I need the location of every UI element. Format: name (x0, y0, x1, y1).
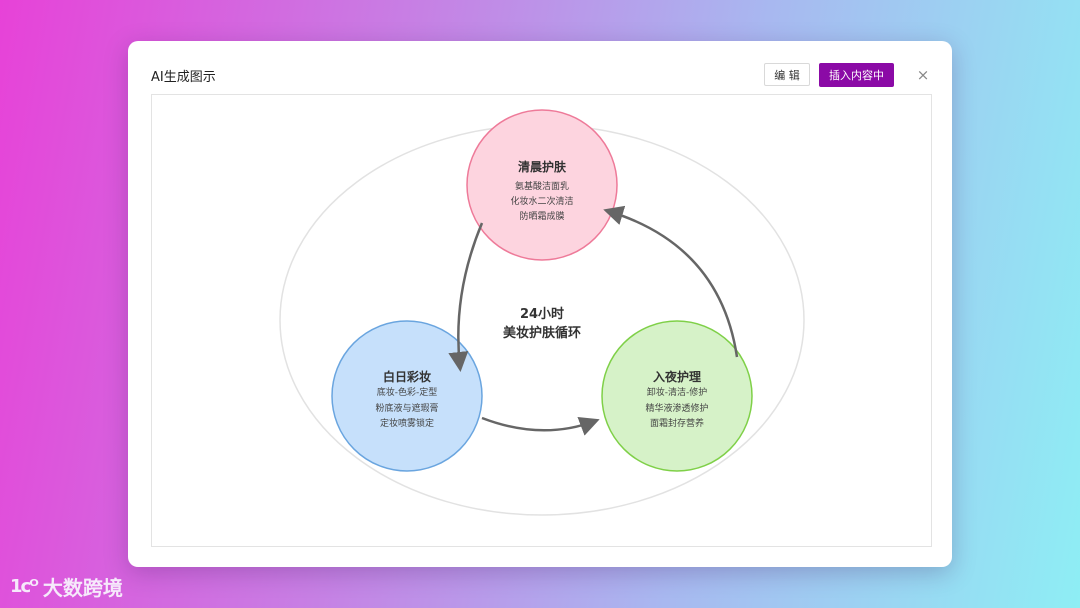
diagram-canvas: 24小时 美妆护肤循环 清晨护肤 氨基酸洁面乳 化妆水二次清洁 防晒霜成膜 白日… (151, 94, 932, 547)
node-title-night: 入夜护理 (652, 370, 701, 384)
center-label-line: 美妆护肤循环 (502, 326, 581, 341)
node-line: 精华液渗透修护 (645, 404, 709, 414)
close-icon[interactable]: × (914, 66, 932, 84)
arrow-daytime-to-night (481, 416, 600, 436)
insert-content-button[interactable]: 插入内容中 (819, 63, 894, 87)
node-line: 防晒霜成膜 (519, 212, 565, 222)
node-line: 化妆水二次清洁 (510, 197, 574, 207)
node-title-morning: 清晨护肤 (517, 160, 566, 174)
edit-button[interactable]: 编 辑 (764, 63, 810, 86)
node-line: 氨基酸洁面乳 (514, 182, 569, 192)
node-line: 粉底液与遮瑕膏 (375, 404, 439, 414)
node-line: 底妆-色彩-定型 (376, 388, 438, 398)
brand-logo-icon: 1ᴄᴼ (10, 576, 39, 597)
dialog-title: AI生成图示 (151, 70, 216, 85)
node-title-daytime: 白日彩妆 (382, 370, 431, 384)
center-label: 24小时 美妆护肤循环 (472, 305, 612, 343)
node-line: 卸妆-清洁-修护 (646, 388, 708, 398)
center-label-line: 24小时 (519, 307, 565, 322)
node-line: 定妆喷雾锁定 (379, 419, 434, 429)
brand-watermark: 1ᴄᴼ 大数跨境 (10, 572, 123, 601)
brand-name: 大数跨境 (42, 576, 123, 600)
node-line: 面霜封存营养 (649, 419, 704, 429)
diagram-dialog: AI生成图示 编 辑 插入内容中 × 24小时 美妆护肤循环 清晨护肤 氨基酸洁… (128, 41, 952, 567)
